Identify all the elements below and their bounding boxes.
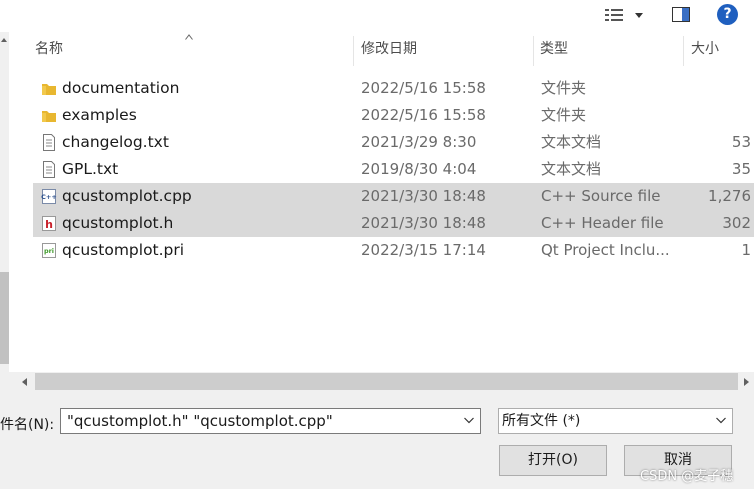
file-size: 1 xyxy=(741,241,751,259)
file-date: 2021/3/29 8:30 xyxy=(361,133,477,151)
folder-icon xyxy=(42,111,56,122)
filetype-value: 所有文件 (*) xyxy=(502,413,581,429)
file-date: 2019/8/30 4:04 xyxy=(361,160,477,178)
file-type: 文件夹 xyxy=(541,106,587,124)
file-size: 302 xyxy=(722,214,751,232)
scroll-up-icon[interactable] xyxy=(1,38,7,42)
help-icon[interactable]: ? xyxy=(717,4,738,25)
filename-value[interactable]: "qcustomplot.h" "qcustomplot.cpp" xyxy=(67,409,333,433)
file-name: qcustomplot.cpp xyxy=(62,187,192,205)
folder-icon xyxy=(42,84,56,95)
column-header: 名称 修改日期 类型 大小 xyxy=(9,32,754,66)
sort-ascending-icon xyxy=(185,34,193,40)
header-file-icon: h xyxy=(42,216,56,231)
horizontal-scroll-thumb[interactable] xyxy=(35,373,738,390)
cpp-file-icon: C++ xyxy=(41,189,57,204)
file-row-documentation[interactable]: documentation 2022/5/16 15:58 文件夹 xyxy=(33,75,754,102)
file-date: 2021/3/30 18:48 xyxy=(361,187,486,205)
column-separator[interactable] xyxy=(533,36,534,66)
file-date: 2022/5/16 15:58 xyxy=(361,79,486,97)
file-row-qcustomplot-pri[interactable]: pri qcustomplot.pri 2022/3/15 17:14 Qt P… xyxy=(33,237,754,264)
file-row-qcustomplot-h[interactable]: h qcustomplot.h 2021/3/30 18:48 C++ Head… xyxy=(33,210,754,237)
column-separator[interactable] xyxy=(353,36,354,66)
pri-file-icon: pri xyxy=(42,243,56,258)
file-row-gpl[interactable]: GPL.txt 2019/8/30 4:04 文本文档 35 xyxy=(33,156,754,183)
file-name: examples xyxy=(62,106,137,124)
file-row-qcustomplot-cpp[interactable]: C++ qcustomplot.cpp 2021/3/30 18:48 C++ … xyxy=(33,183,754,210)
view-options-icon[interactable] xyxy=(604,7,624,23)
file-name: GPL.txt xyxy=(62,160,119,178)
file-type: C++ Header file xyxy=(541,214,664,232)
file-date: 2022/3/15 17:14 xyxy=(361,241,486,259)
scroll-right-icon[interactable] xyxy=(744,378,749,386)
file-name: documentation xyxy=(62,79,180,97)
text-file-icon xyxy=(43,134,55,151)
vertical-scroll-thumb[interactable] xyxy=(0,272,9,364)
file-type: Qt Project Inclu... xyxy=(541,241,670,259)
svg-text:C++: C++ xyxy=(41,193,57,201)
file-size: 35 xyxy=(731,160,751,178)
column-size[interactable]: 大小 xyxy=(691,32,719,66)
scroll-left-icon[interactable] xyxy=(22,378,27,386)
file-list: 名称 修改日期 类型 大小 documentation 2022/5/16 15… xyxy=(9,32,754,372)
column-name[interactable]: 名称 xyxy=(35,32,63,66)
file-type: 文本文档 xyxy=(541,160,602,178)
chevron-down-icon[interactable] xyxy=(464,417,474,424)
file-type: 文本文档 xyxy=(541,133,602,151)
file-size: 1,276 xyxy=(708,187,751,205)
file-row-changelog[interactable]: changelog.txt 2021/3/29 8:30 文本文档 53 xyxy=(33,129,754,156)
watermark: CSDN @麦子穗 xyxy=(640,469,734,484)
text-file-icon xyxy=(43,161,55,178)
column-separator[interactable] xyxy=(683,36,684,66)
file-row-examples[interactable]: examples 2022/5/16 15:58 文件夹 xyxy=(33,102,754,129)
filetype-select[interactable]: 所有文件 (*) xyxy=(498,408,733,434)
file-date: 2022/5/16 15:58 xyxy=(361,106,486,124)
column-date[interactable]: 修改日期 xyxy=(361,32,417,66)
horizontal-scrollbar[interactable] xyxy=(0,372,754,392)
filename-input[interactable]: "qcustomplot.h" "qcustomplot.cpp" xyxy=(60,408,481,434)
svg-text:pri: pri xyxy=(44,247,54,255)
chevron-down-icon[interactable] xyxy=(716,417,726,424)
file-name: changelog.txt xyxy=(62,133,169,151)
vertical-scrollbar[interactable] xyxy=(0,32,9,392)
svg-text:h: h xyxy=(45,218,53,231)
file-size: 53 xyxy=(731,133,751,151)
column-type[interactable]: 类型 xyxy=(540,32,568,66)
filename-label: 件名(N): xyxy=(0,417,55,433)
open-button[interactable]: 打开(O) xyxy=(499,445,607,476)
file-type: C++ Source file xyxy=(541,187,661,205)
preview-pane-icon[interactable] xyxy=(672,7,690,22)
toolbar: ? xyxy=(0,0,754,32)
file-type: 文件夹 xyxy=(541,79,587,97)
file-date: 2021/3/30 18:48 xyxy=(361,214,486,232)
file-name: qcustomplot.h xyxy=(62,214,174,232)
file-name: qcustomplot.pri xyxy=(62,241,185,259)
view-dropdown-icon[interactable] xyxy=(635,13,643,18)
